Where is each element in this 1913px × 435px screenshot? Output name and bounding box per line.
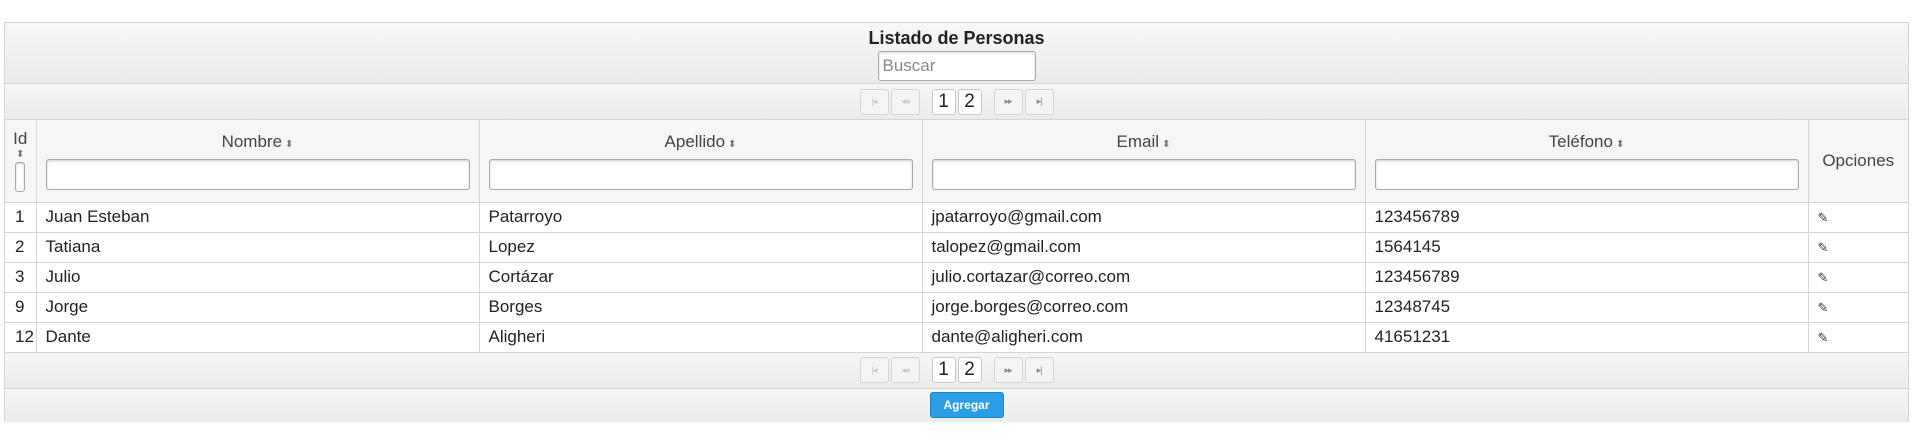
cell-email: jorge.borges@correo.com [922,292,1366,323]
personas-table: Id ⬍ Nombre ⬍ Apellido ⬍ Email ⬍ Teléfono ⬍ [5,120,1908,353]
prev-page-button[interactable]: ◂◂ [890,88,920,115]
table-caption: Listado de Personas [5,23,1908,84]
paginator-bottom: |◂ ◂◂ 1 2 ▸▸ ▸| [5,352,1908,389]
table-header-row: Id ⬍ Nombre ⬍ Apellido ⬍ Email ⬍ Teléfono ⬍ [5,120,1908,203]
filter-telefono-input[interactable] [1374,158,1799,190]
table-footer: Agregar [5,388,1908,422]
cell-apellido: Cortázar [479,262,923,293]
pencil-icon[interactable]: ✎ [1818,240,1829,255]
table-row[interactable]: 9 Jorge Borges jorge.borges@correo.com 1… [5,292,1908,323]
pencil-icon[interactable]: ✎ [1818,300,1829,315]
column-header-apellido[interactable]: Apellido ⬍ [479,120,923,203]
sort-icon: ⬍ [1162,138,1171,150]
paginator-top: |◂ ◂◂ 1 2 ▸▸ ▸| [5,84,1908,120]
cell-email: talopez@gmail.com [922,232,1366,263]
cell-opciones: ✎ [1808,202,1908,233]
cell-nombre: Juan Esteban [36,202,480,233]
table-row[interactable]: 12 Dante Aligheri dante@aligheri.com 416… [5,322,1908,353]
cell-telefono: 12348745 [1365,292,1809,323]
page-title: Listado de Personas [868,28,1045,48]
cell-opciones: ✎ [1808,292,1908,323]
cell-id: 3 [5,262,37,293]
cell-opciones: ✎ [1808,262,1908,293]
column-header-email[interactable]: Email ⬍ [922,120,1366,203]
page-2-button[interactable]: 2 [957,357,982,383]
add-button[interactable]: Agregar [929,392,1004,418]
cell-id: 2 [5,232,37,263]
column-label-id: Id [13,129,28,149]
column-label-opciones: Opciones [1822,150,1895,170]
column-header-nombre[interactable]: Nombre ⬍ [36,120,480,203]
column-label-apellido: Apellido [664,131,726,151]
cell-nombre: Jorge [36,292,480,323]
sort-icon: ⬍ [1615,138,1625,150]
page-2-button[interactable]: 2 [957,88,982,115]
column-label-email: Email [1116,131,1160,151]
column-label-nombre: Nombre [221,131,283,151]
last-page-button[interactable]: ▸| [1024,357,1054,383]
filter-email-input[interactable] [931,158,1356,190]
cell-telefono: 41651231 [1365,322,1809,353]
filter-apellido-input[interactable] [488,158,913,190]
cell-nombre: Tatiana [36,232,480,263]
global-search-input[interactable] [877,51,1036,81]
sort-icon: ⬍ [728,138,737,150]
cell-nombre: Julio [36,262,480,293]
cell-id: 12 [5,322,37,353]
cell-opciones: ✎ [1808,322,1908,353]
filter-id-input[interactable] [15,162,26,193]
cell-apellido: Borges [479,292,923,323]
next-page-button[interactable]: ▸▸ [993,88,1023,115]
cell-nombre: Dante [36,322,480,353]
column-header-opciones: Opciones [1808,120,1908,203]
cell-email: dante@aligheri.com [922,322,1366,353]
personas-datatable: Listado de Personas |◂ ◂◂ 1 2 ▸▸ ▸| Id⬍ [4,22,1909,422]
cell-apellido: Lopez [479,232,923,263]
first-page-button[interactable]: |◂ [859,88,889,115]
cell-telefono: 1564145 [1365,232,1809,263]
table-row[interactable]: 2 Tatiana Lopez talopez@gmail.com 156414… [5,232,1908,263]
last-page-button[interactable]: ▸| [1024,88,1054,115]
page-1-button[interactable]: 1 [931,88,956,115]
sort-icon: ⬍ [16,149,25,161]
cell-telefono: 123456789 [1365,202,1809,233]
cell-email: jpatarroyo@gmail.com [922,202,1366,233]
table-row[interactable]: 3 Julio Cortázar julio.cortazar@correo.c… [5,262,1908,293]
next-page-button[interactable]: ▸▸ [993,357,1023,383]
sort-icon: ⬍ [285,138,294,150]
cell-email: julio.cortazar@correo.com [922,262,1366,293]
cell-apellido: Aligheri [479,322,923,353]
prev-page-button[interactable]: ◂◂ [890,357,920,383]
filter-nombre-input[interactable] [45,158,470,190]
column-header-telefono[interactable]: Teléfono ⬍ [1365,120,1809,203]
pencil-icon[interactable]: ✎ [1818,270,1829,285]
pencil-icon[interactable]: ✎ [1818,330,1829,345]
page-1-button[interactable]: 1 [931,357,956,383]
cell-telefono: 123456789 [1365,262,1809,293]
cell-opciones: ✎ [1808,232,1908,263]
cell-apellido: Patarroyo [479,202,923,233]
first-page-button[interactable]: |◂ [859,357,889,383]
column-header-id[interactable]: Id ⬍ [5,120,37,203]
cell-id: 9 [5,292,37,323]
column-label-telefono: Teléfono [1548,131,1613,151]
pencil-icon[interactable]: ✎ [1818,210,1829,225]
table-row[interactable]: 1 Juan Esteban Patarroyo jpatarroyo@gmai… [5,202,1908,233]
cell-id: 1 [5,202,37,233]
